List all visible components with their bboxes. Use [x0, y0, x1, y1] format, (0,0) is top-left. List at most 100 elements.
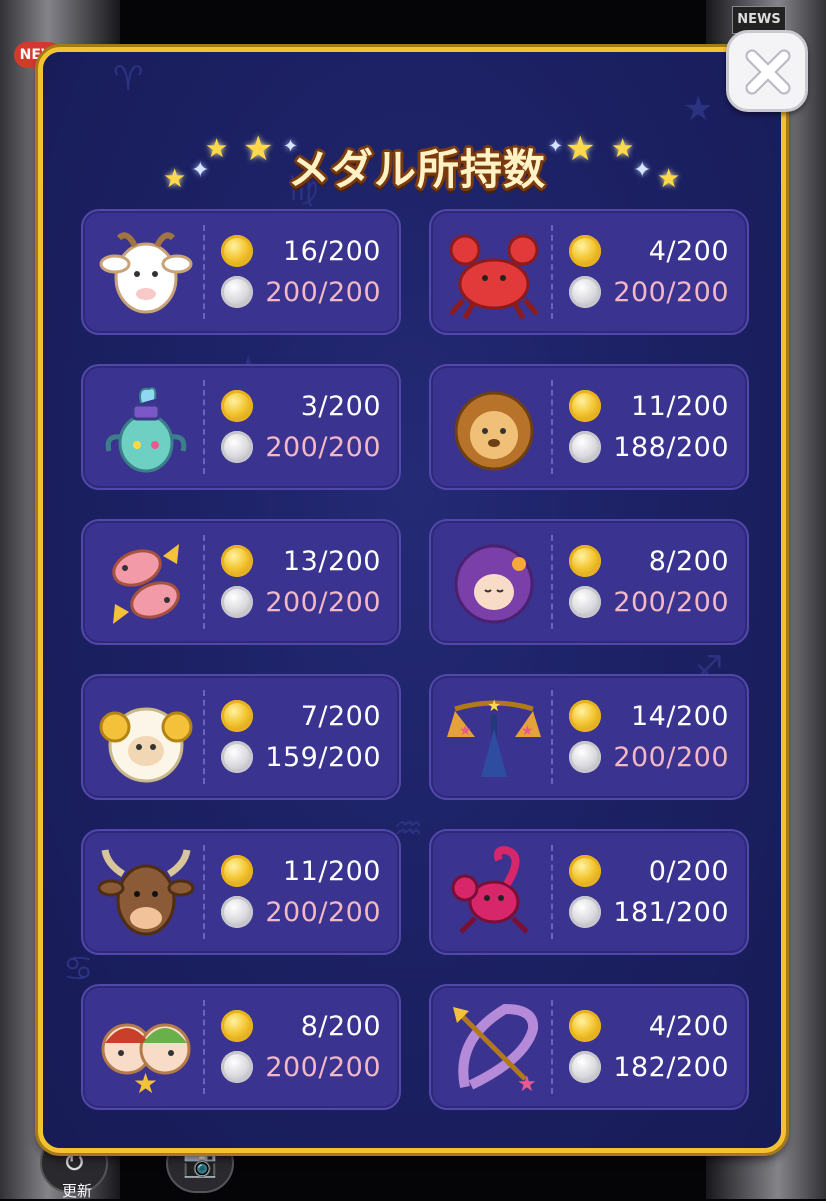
medal-card: ★ 4/200 182/200 [429, 984, 749, 1110]
silver-medal-row: 188/200 [569, 429, 729, 465]
silver-medal-icon [569, 896, 601, 928]
silver-medal-count: 182/200 [613, 1051, 729, 1083]
silver-medal-row: 159/200 [221, 739, 381, 775]
gold-medal-row: 16/200 [221, 233, 381, 269]
close-button[interactable] [726, 30, 808, 112]
close-icon [745, 49, 791, 95]
silver-medal-count: 200/200 [265, 896, 381, 928]
scorpio-scorpion-icon [451, 845, 529, 934]
gold-medal-count: 16/200 [283, 235, 381, 267]
medal-card: 3/200 200/200 [81, 364, 401, 490]
silver-medal-row: 200/200 [221, 894, 381, 930]
medal-card: ★ 8/200 200/200 [81, 984, 401, 1110]
virgo-maiden-icon [454, 544, 534, 624]
panel-title: メダル所持数 [287, 145, 546, 194]
gold-medal-count: 7/200 [300, 700, 381, 732]
silver-medal-icon [221, 1051, 253, 1083]
taurus-bull-icon [97, 849, 195, 936]
gold-medal-row: 14/200 [569, 698, 729, 734]
gold-medal-count: 8/200 [648, 545, 729, 577]
gold-medal-icon [569, 545, 601, 577]
medal-card: 16/200 200/200 [81, 209, 401, 335]
gold-medal-icon [569, 235, 601, 267]
medal-card: 13/200 200/200 [81, 519, 401, 645]
silver-medal-row: 200/200 [569, 739, 729, 775]
silver-medal-icon [569, 431, 601, 463]
card-divider [203, 690, 205, 784]
medal-card: 11/200 188/200 [429, 364, 749, 490]
gold-medal-row: 8/200 [221, 1008, 381, 1044]
gold-medal-count: 4/200 [648, 235, 729, 267]
silver-medal-icon [221, 276, 253, 308]
gold-medal-count: 11/200 [283, 855, 381, 887]
gold-medal-icon [569, 855, 601, 887]
aries-ram-icon [99, 707, 193, 783]
gold-medal-icon [569, 1010, 601, 1042]
gold-medal-icon [221, 1010, 253, 1042]
gold-medal-count: 14/200 [631, 700, 729, 732]
gold-medal-row: 0/200 [569, 853, 729, 889]
silver-medal-count: 200/200 [265, 431, 381, 463]
svg-text:★: ★ [459, 723, 472, 739]
card-divider [551, 1000, 553, 1094]
silver-medal-row: 200/200 [221, 584, 381, 620]
silver-medal-icon [569, 1051, 601, 1083]
gold-medal-icon [221, 700, 253, 732]
medal-card: 8/200 200/200 [429, 519, 749, 645]
card-divider [203, 225, 205, 319]
gold-medal-row: 3/200 [221, 388, 381, 424]
gold-medal-row: 8/200 [569, 543, 729, 579]
silver-medal-icon [221, 431, 253, 463]
silver-medal-count: 159/200 [265, 741, 381, 773]
card-divider [551, 690, 553, 784]
silver-medal-icon [221, 896, 253, 928]
silver-medal-icon [569, 586, 601, 618]
svg-text:★: ★ [487, 696, 501, 715]
gold-medal-row: 11/200 [221, 853, 381, 889]
gold-medal-row: 13/200 [221, 543, 381, 579]
silver-medal-row: 200/200 [569, 584, 729, 620]
gold-medal-icon [221, 390, 253, 422]
svg-text:★: ★ [517, 1072, 537, 1097]
silver-medal-icon [221, 586, 253, 618]
silver-medal-count: 200/200 [265, 276, 381, 308]
medal-panel: ♈ ♍ ★ ★ ♐ ♒ ♋ ★ ★ ✦ ★ ★ ✦ ✦ ★ ★ ✦ ★ メダル所… [38, 47, 786, 1153]
gold-medal-count: 3/200 [300, 390, 381, 422]
title-banner: ★ ✦ ★ ★ ✦ ✦ ★ ★ ✦ ★ メダル所持数 [43, 114, 781, 204]
pisces-fish-icon [112, 544, 180, 624]
gold-medal-icon [221, 545, 253, 577]
refresh-label: 更新 [62, 1182, 93, 1200]
silver-medal-row: 181/200 [569, 894, 729, 930]
silver-medal-row: 200/200 [221, 429, 381, 465]
card-divider [203, 380, 205, 474]
gold-medal-icon [221, 235, 253, 267]
silver-medal-icon [569, 276, 601, 308]
aquarius-vase-icon [105, 387, 187, 473]
card-divider [551, 845, 553, 939]
card-divider [203, 1000, 205, 1094]
gemini-twins-icon: ★ [101, 1023, 191, 1097]
card-divider [551, 380, 553, 474]
silver-medal-count: 200/200 [613, 741, 729, 773]
gold-medal-row: 11/200 [569, 388, 729, 424]
gold-medal-count: 0/200 [648, 855, 729, 887]
silver-medal-row: 200/200 [221, 274, 381, 310]
gold-medal-count: 13/200 [283, 545, 381, 577]
gold-medal-count: 11/200 [631, 390, 729, 422]
silver-medal-count: 200/200 [613, 276, 729, 308]
silver-medal-row: 200/200 [569, 274, 729, 310]
leo-lion-icon [454, 391, 534, 471]
silver-medal-count: 200/200 [265, 586, 381, 618]
svg-text:★: ★ [521, 723, 534, 739]
gold-medal-row: 4/200 [569, 1008, 729, 1044]
gold-medal-row: 7/200 [221, 698, 381, 734]
gold-medal-count: 4/200 [648, 1010, 729, 1042]
medal-card: ★ ★ ★ 14/200 200/200 [429, 674, 749, 800]
sagittarius-bow-icon: ★ [453, 1003, 539, 1097]
silver-medal-row: 200/200 [221, 1049, 381, 1085]
card-divider [551, 225, 553, 319]
silver-medal-icon [569, 741, 601, 773]
libra-scales-icon: ★ ★ ★ [447, 696, 541, 777]
gold-medal-icon [569, 700, 601, 732]
silver-medal-count: 200/200 [265, 1051, 381, 1083]
